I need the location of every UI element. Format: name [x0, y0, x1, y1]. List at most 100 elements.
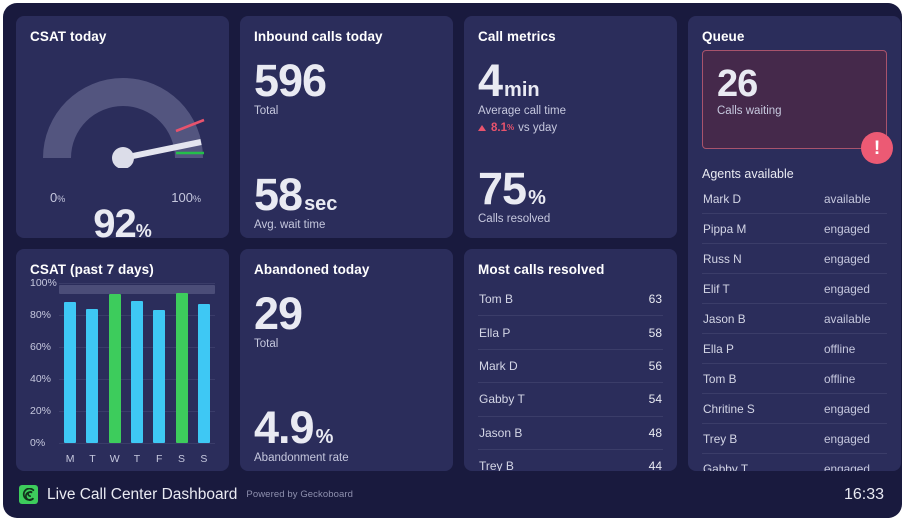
avg-call-trend: 8.1% vs yday: [478, 122, 663, 134]
agent-status: engaged: [824, 251, 870, 266]
card-abandoned[interactable]: Abandoned today 29 Total 4.9% Abandonmen…: [240, 249, 453, 471]
list-item[interactable]: Gabby T engaged: [702, 454, 887, 472]
x-axis-tick-label: S: [178, 453, 186, 465]
list-item[interactable]: Tom B 63: [478, 283, 663, 317]
agent-name: Pippa M: [703, 221, 747, 236]
avg-call-unit: min: [504, 79, 540, 101]
queue-waiting-value: 26: [717, 63, 758, 105]
csat-gauge: 0% 100% 92%: [30, 50, 215, 238]
x-axis-tick-label: M: [65, 453, 75, 465]
leaderboard-list: Tom B 63 Ella P 58 Mark D 56 Gabby T 54 Jaso…: [478, 283, 663, 471]
card-title: Call metrics: [478, 29, 556, 44]
card-most-resolved[interactable]: Most calls resolved Tom B 63 Ella P 58 Mar…: [464, 249, 677, 471]
list-item[interactable]: Mark D 56: [478, 350, 663, 384]
inbound-total-block: 596 Total: [254, 58, 439, 117]
card-queue[interactable]: Queue 26 Calls waiting ! Agents availabl…: [688, 16, 901, 471]
inbound-wait-value: 58: [254, 168, 303, 220]
list-item[interactable]: Jason B 48: [478, 417, 663, 450]
agent-status: engaged: [824, 401, 870, 416]
bar[interactable]: [153, 310, 166, 443]
bar-series: [59, 283, 215, 443]
gridline: [59, 443, 215, 444]
x-axis-tick-label: F: [156, 453, 163, 465]
abandoned-total-block: 29 Total: [254, 291, 439, 350]
agents-list: Mark D available Pippa M engaged Russ N eng…: [702, 184, 887, 471]
list-item[interactable]: Gabby T 54: [478, 383, 663, 417]
agent-status: engaged: [824, 221, 870, 236]
leader-value: 58: [648, 325, 662, 340]
list-item[interactable]: Pippa M engaged: [702, 214, 887, 244]
agent-status: offline: [824, 341, 856, 356]
agent-status: engaged: [824, 431, 870, 446]
bar[interactable]: [64, 302, 77, 443]
abandonment-rate-block: 4.9% Abandonment rate: [254, 401, 439, 463]
list-item[interactable]: Jason B available: [702, 304, 887, 334]
bar[interactable]: [175, 292, 188, 443]
bar[interactable]: [197, 303, 210, 443]
trend-unit: %: [507, 123, 515, 133]
gauge-svg: [42, 78, 204, 168]
list-item[interactable]: Tom B offline: [702, 364, 887, 394]
leader-name: Jason B: [479, 425, 523, 440]
avg-call-block: 4 min Average call time 8.1% vs yday: [478, 58, 663, 134]
resolved-value: 75: [478, 162, 527, 214]
inbound-wait-unit: sec: [304, 192, 338, 215]
queue-alert-box: 26 Calls waiting !: [702, 50, 893, 164]
leader-value: 44: [648, 459, 662, 471]
abandonment-rate-value: 4.9: [254, 401, 315, 453]
agent-name: Jason B: [703, 311, 746, 326]
list-item[interactable]: Ella P 58: [478, 316, 663, 350]
agent-status: offline: [824, 371, 856, 386]
agent-name: Gabby T: [703, 461, 749, 472]
y-axis-tick-label: 0%: [30, 437, 46, 449]
list-item[interactable]: Trey B 44: [478, 450, 663, 471]
inbound-wait-block: 58 sec Avg. wait time: [254, 168, 439, 230]
x-axis-tick-label: T: [133, 453, 141, 465]
leader-name: Gabby T: [479, 392, 525, 407]
agent-name: Ella P: [703, 341, 734, 356]
agent-name: Russ N: [703, 251, 742, 266]
leader-name: Mark D: [479, 358, 518, 373]
list-item[interactable]: Elif T engaged: [702, 274, 887, 304]
abandoned-total-value: 29: [254, 288, 303, 339]
card-title: Queue: [702, 29, 745, 44]
resolved-unit: %: [528, 186, 546, 209]
gauge-value-number: 92: [93, 202, 136, 238]
x-axis-tick-label: W: [109, 453, 120, 465]
card-csat-today[interactable]: CSAT today 0% 100% 92%: [16, 16, 229, 238]
list-item[interactable]: Ella P offline: [702, 334, 887, 364]
y-axis-tick-label: 60%: [30, 341, 52, 353]
list-item[interactable]: Mark D available: [702, 184, 887, 214]
bar[interactable]: [130, 300, 143, 443]
card-csat-week[interactable]: CSAT (past 7 days) 0% 20% 40% 60% 80% 100% M T W…: [16, 249, 229, 471]
agent-status: available: [824, 311, 871, 326]
card-inbound-calls[interactable]: Inbound calls today 596 Total 58 sec Avg.…: [240, 16, 453, 238]
bar[interactable]: [108, 294, 121, 443]
trend-text: vs yday: [518, 121, 558, 134]
agent-status: engaged: [824, 461, 870, 472]
agent-name: Elif T: [703, 281, 730, 296]
leader-value: 63: [648, 292, 662, 307]
leader-name: Trey B: [479, 459, 514, 471]
geckoboard-logo-icon: [19, 485, 38, 504]
list-item[interactable]: Chritine S engaged: [702, 394, 887, 424]
bar[interactable]: [86, 308, 99, 443]
agent-name: Mark D: [703, 191, 742, 206]
agent-name: Chritine S: [703, 401, 755, 416]
card-grid: CSAT today 0% 100% 92% Inbound calls tod…: [16, 16, 901, 471]
list-item[interactable]: Trey B engaged: [702, 424, 887, 454]
gecko-swirl-icon: [22, 488, 35, 501]
gauge-value-unit: %: [135, 221, 152, 238]
leader-value: 54: [648, 392, 662, 407]
avg-call-value: 4: [478, 55, 503, 106]
y-axis-tick-label: 100%: [30, 277, 57, 289]
list-item[interactable]: Russ N engaged: [702, 244, 887, 274]
trend-up-icon: [478, 124, 486, 131]
y-axis-tick-label: 80%: [30, 309, 52, 321]
dashboard-root: CSAT today 0% 100% 92% Inbound calls tod…: [3, 3, 902, 518]
card-title: Inbound calls today: [254, 29, 383, 44]
card-title: CSAT (past 7 days): [30, 262, 154, 277]
resolved-block: 75% Calls resolved: [478, 162, 663, 224]
inbound-total-label: Total: [254, 104, 279, 117]
card-call-metrics[interactable]: Call metrics 4 min Average call time 8.1%…: [464, 16, 677, 238]
